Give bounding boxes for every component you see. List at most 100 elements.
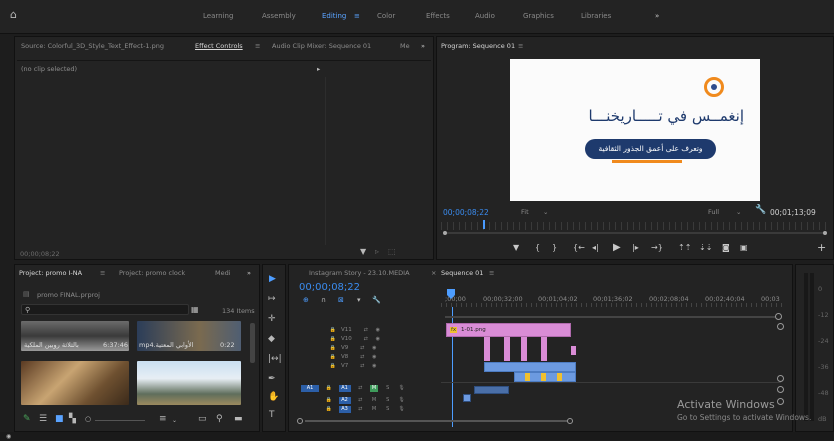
- lock-icon[interactable]: 🔒: [329, 363, 337, 370]
- time-ruler[interactable]: ;00;00 00;00;32;00 00;01;04;02 00;01;36;…: [441, 289, 785, 309]
- quality-select[interactable]: Full: [708, 208, 719, 216]
- tab-project-clock[interactable]: Project: promo clock: [119, 269, 185, 277]
- hscroll-bar[interactable]: [305, 420, 567, 422]
- home-icon[interactable]: ⌂: [10, 9, 17, 20]
- tab-source[interactable]: Source: Colorful_3D_Style_Text_Effect-1.…: [21, 42, 164, 50]
- project-more[interactable]: »: [247, 269, 251, 277]
- close-tab-icon[interactable]: ×: [431, 269, 436, 277]
- nest-icon[interactable]: ⊕: [303, 296, 309, 305]
- panel-more[interactable]: »: [421, 42, 425, 50]
- new-item-icon[interactable]: ▬: [234, 415, 243, 424]
- project-menu-icon[interactable]: ≡: [100, 269, 105, 277]
- new-bin-icon[interactable]: ▦: [191, 305, 199, 314]
- lock-icon[interactable]: 🔒: [325, 406, 333, 413]
- lock-icon[interactable]: 🔒: [325, 385, 333, 392]
- timeline-clip[interactable]: [541, 337, 547, 361]
- play-audio-icon[interactable]: ▹: [375, 247, 379, 256]
- workspace-more[interactable]: »: [655, 12, 659, 20]
- extract-icon[interactable]: ⇣⇣: [699, 243, 712, 252]
- track-target-a1[interactable]: A1: [338, 385, 351, 392]
- go-to-in-icon[interactable]: {←: [573, 243, 585, 252]
- tab-audio-clip-mixer[interactable]: Audio Clip Mixer: Sequence 01: [272, 42, 371, 50]
- program-timecode[interactable]: 00;00;08;22: [443, 208, 489, 217]
- tab-effect-controls[interactable]: Effect Controls: [195, 42, 243, 50]
- freeform-view-icon[interactable]: ▚: [69, 415, 76, 424]
- timeline-clip[interactable]: [571, 346, 576, 355]
- timeline-clip[interactable]: [521, 337, 527, 361]
- mark-out-icon[interactable]: }: [552, 243, 557, 252]
- timeline-clip[interactable]: fx 1-01.png: [446, 323, 571, 337]
- timeline-clip[interactable]: [484, 362, 576, 372]
- hscroll-handle-right[interactable]: [567, 418, 573, 424]
- audio-clip[interactable]: [474, 386, 509, 394]
- ripple-edit-tool-icon[interactable]: ✛: [268, 315, 276, 324]
- type-tool-icon[interactable]: T: [269, 411, 275, 420]
- go-to-out-icon[interactable]: →}: [651, 243, 663, 252]
- settings-wrench-icon[interactable]: 🔧: [755, 206, 766, 215]
- quality-dropdown-icon[interactable]: ⌄: [736, 208, 741, 216]
- sync-lock-icon[interactable]: ⇄: [356, 385, 364, 392]
- zoom-bar[interactable]: [445, 232, 827, 234]
- workspace-menu-icon[interactable]: ≡: [354, 12, 360, 20]
- solo-button[interactable]: S: [384, 406, 392, 413]
- razor-tool-icon[interactable]: ◆: [268, 335, 275, 344]
- pen-tool-icon[interactable]: ✒: [268, 375, 276, 384]
- eye-icon[interactable]: ◉: [370, 363, 378, 370]
- pencil-icon[interactable]: ✎: [23, 415, 31, 424]
- sort-dropdown-icon[interactable]: ⌄: [172, 416, 177, 425]
- eye-icon[interactable]: ◉: [370, 345, 378, 352]
- source-patch-a1[interactable]: A1: [301, 385, 319, 392]
- tab-instagram-sequence[interactable]: Instagram Story - 23.10.MEDIA: [309, 269, 410, 277]
- play-icon[interactable]: ▶: [613, 242, 621, 253]
- snap-icon[interactable]: ∩: [321, 296, 326, 305]
- linked-selection-icon[interactable]: ⊠: [338, 296, 344, 305]
- automate-icon[interactable]: ▭: [198, 415, 207, 424]
- export-icon[interactable]: ⬚: [388, 247, 396, 256]
- mic-icon[interactable]: 🎙: [398, 406, 406, 413]
- workspace-tab-effects[interactable]: Effects: [426, 12, 450, 20]
- tab-media[interactable]: Medi: [215, 269, 231, 277]
- icon-view-icon[interactable]: ■: [55, 415, 64, 424]
- project-scrollbar[interactable]: [250, 323, 255, 363]
- program-title[interactable]: Program: Sequence 01: [441, 42, 515, 50]
- mute-button[interactable]: M: [370, 385, 378, 392]
- clip-thumbnail[interactable]: [137, 361, 241, 405]
- fit-select[interactable]: Fit: [521, 208, 529, 216]
- filter-icon[interactable]: ▼: [360, 247, 366, 256]
- lock-icon[interactable]: 🔒: [329, 354, 337, 361]
- eye-icon[interactable]: ◉: [370, 354, 378, 361]
- add-marker-icon[interactable]: ▾: [357, 296, 361, 305]
- vscroll-handle[interactable]: [777, 398, 784, 405]
- workspace-tab-libraries[interactable]: Libraries: [581, 12, 611, 20]
- zoom-handle-left[interactable]: [443, 231, 447, 235]
- expand-arrow-icon[interactable]: ▸: [317, 65, 320, 73]
- sequence-timecode[interactable]: 00;00;08;22: [299, 282, 360, 293]
- workspace-tab-assembly[interactable]: Assembly: [262, 12, 296, 20]
- slip-tool-icon[interactable]: |↔|: [268, 355, 282, 364]
- source-patch-empty[interactable]: [301, 403, 319, 410]
- scrub-ruler[interactable]: [441, 222, 831, 230]
- mute-button[interactable]: M: [370, 406, 378, 413]
- selection-tool-icon[interactable]: ▶: [269, 275, 276, 284]
- timeline-clip[interactable]: [504, 337, 510, 361]
- sync-lock-icon[interactable]: ⇄: [356, 406, 364, 413]
- step-forward-icon[interactable]: |▸: [632, 243, 639, 252]
- timeline-settings-icon[interactable]: 🔧: [372, 296, 381, 305]
- sequence-menu-icon[interactable]: ≡: [489, 269, 494, 277]
- vscroll-handle[interactable]: [777, 386, 784, 393]
- export-frame-icon[interactable]: ◙: [722, 243, 730, 252]
- track-target-a3[interactable]: A3: [338, 406, 351, 413]
- button-editor-icon[interactable]: ▣: [740, 243, 748, 252]
- fit-dropdown-icon[interactable]: ⌄: [543, 208, 548, 216]
- timeline-zoom-bar[interactable]: [445, 316, 775, 318]
- tab-sequence-01[interactable]: Sequence 01: [441, 269, 483, 277]
- timeline-clip[interactable]: [484, 337, 490, 361]
- lock-icon[interactable]: 🔒: [329, 336, 337, 343]
- lock-icon[interactable]: 🔒: [329, 327, 337, 334]
- step-back-icon[interactable]: ◂|: [592, 243, 599, 252]
- workspace-tab-editing[interactable]: Editing: [322, 12, 346, 20]
- sync-lock-icon[interactable]: ⇄: [358, 354, 366, 361]
- audio-clip[interactable]: [463, 394, 471, 402]
- project-search-input[interactable]: ⚲: [21, 304, 189, 315]
- program-menu-icon[interactable]: ≡: [518, 42, 523, 50]
